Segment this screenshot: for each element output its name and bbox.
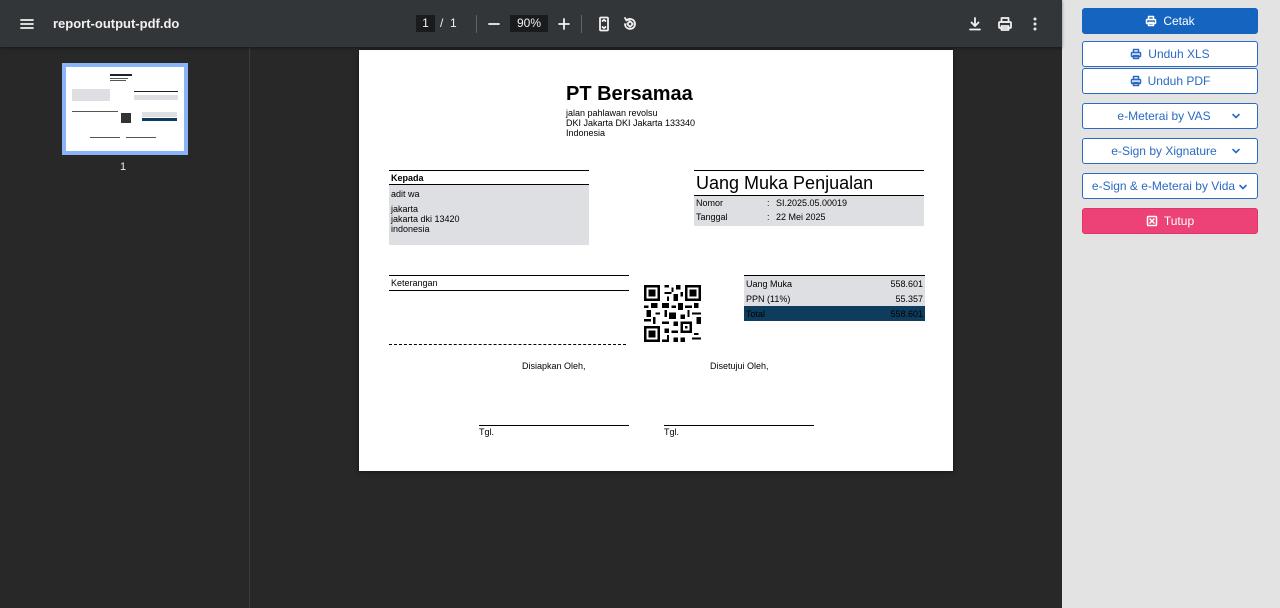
document-info-box: Uang Muka Penjualan Nomor : SI.2025.05.0…	[694, 170, 924, 226]
company-address-line: jalan pahlawan revolsu	[566, 108, 658, 118]
pdf-page: PT Bersamaa jalan pahlawan revolsu DKI J…	[359, 50, 953, 471]
close-button[interactable]: Tutup	[1082, 208, 1258, 234]
thumbnail-sidebar: 1	[0, 47, 250, 608]
recipient-heading: Kepada	[389, 171, 589, 185]
summary-label: PPN (11%)	[746, 294, 791, 304]
print-icon	[1130, 75, 1142, 87]
page-separator: /	[440, 16, 444, 30]
signature-date-label: Tgl.	[664, 427, 680, 437]
chevron-down-icon	[1231, 110, 1241, 120]
remarks-top-rule	[389, 275, 629, 276]
thumb-meta-box	[134, 95, 178, 100]
more-options-icon[interactable]	[1022, 11, 1048, 37]
meta-label-tanggal: Tanggal	[696, 212, 728, 222]
page-total: 1	[450, 16, 457, 30]
qr-code	[644, 285, 701, 342]
print-button[interactable]: Cetak	[1082, 8, 1258, 34]
meta-separator: :	[767, 212, 770, 222]
thumbnail-page-label: 1	[120, 161, 127, 173]
summary-label: Total	[746, 309, 766, 319]
summary-table: Uang Muka 558.601 PPN (11%) 55.357 Total…	[744, 275, 925, 321]
thumb-total-mark	[142, 118, 177, 121]
close-button-label: Tutup	[1163, 214, 1195, 228]
meta-label-nomor: Nomor	[696, 198, 724, 208]
recipient-address-line: jakarta	[391, 204, 419, 214]
zoom-out-icon[interactable]	[481, 11, 507, 37]
emeterai-vas-dropdown[interactable]: e-Meterai by VAS	[1082, 103, 1258, 129]
esign-xignature-label: e-Sign by Xignature	[1111, 144, 1217, 158]
esign-xignature-dropdown[interactable]: e-Sign by Xignature	[1082, 138, 1258, 164]
summary-value: 558.601	[890, 309, 923, 319]
company-address-line: Indonesia	[566, 128, 606, 138]
toolbar-divider	[476, 15, 477, 33]
menu-icon[interactable]	[14, 11, 40, 37]
summary-row: PPN (11%) 55.357	[744, 291, 925, 306]
pdf-viewer: report-output-pdf.do 1 / 1 90% 1 PT Bers…	[0, 0, 1062, 608]
signature-line	[664, 425, 814, 426]
thumb-sign-mark	[126, 137, 156, 138]
thumb-doc-type-mark	[134, 91, 178, 92]
remarks-bottom-rule	[389, 290, 629, 291]
thumb-qr-mark	[121, 113, 131, 123]
print-button-label: Cetak	[1163, 14, 1195, 28]
toolbar-divider	[581, 15, 582, 33]
page-thumbnail[interactable]	[62, 63, 188, 155]
dashed-divider	[389, 344, 626, 345]
document-title: report-output-pdf.do	[53, 16, 180, 31]
prepared-by-label: Disiapkan Oleh,	[522, 361, 586, 371]
print-icon[interactable]	[992, 11, 1018, 37]
page-number-input[interactable]: 1	[416, 15, 435, 32]
signature-line	[479, 425, 629, 426]
pdf-toolbar: report-output-pdf.do 1 / 1 90%	[0, 0, 1062, 47]
download-xls-label: Unduh XLS	[1148, 47, 1210, 61]
esign-emeterai-vida-label: e-Sign & e-Meterai by Vida	[1091, 179, 1236, 193]
thumb-title-mark	[110, 74, 132, 76]
document-meta: Nomor : SI.2025.05.00019 Tanggal : 22 Me…	[694, 196, 924, 226]
print-icon	[1130, 48, 1142, 60]
remarks-label: Keterangan	[391, 278, 438, 288]
recipient-name: adit wa	[391, 189, 420, 199]
chevron-down-icon	[1238, 181, 1248, 191]
document-type-row: Uang Muka Penjualan	[694, 170, 924, 196]
approved-by-label: Disetujui Oleh,	[710, 361, 769, 371]
thumb-summary-box	[142, 112, 177, 117]
download-pdf-button[interactable]: Unduh PDF	[1082, 68, 1258, 94]
download-icon[interactable]	[962, 11, 988, 37]
summary-total-row: Total 558.601	[744, 306, 925, 321]
chevron-down-icon	[1231, 145, 1241, 155]
company-name: PT Bersamaa	[566, 83, 693, 105]
rotate-icon[interactable]	[617, 11, 643, 37]
meta-separator: :	[767, 198, 770, 208]
thumb-sign-mark	[90, 137, 120, 138]
download-pdf-label: Unduh PDF	[1147, 74, 1211, 88]
print-icon	[1145, 15, 1157, 27]
zoom-in-icon[interactable]	[551, 11, 577, 37]
download-xls-button[interactable]: Unduh XLS	[1082, 41, 1258, 67]
thumb-text-mark	[110, 78, 128, 79]
zoom-level-input[interactable]: 90%	[510, 15, 548, 32]
recipient-address-line: jakarta dki 13420	[391, 214, 460, 224]
document-type: Uang Muka Penjualan	[696, 173, 874, 193]
thumb-text-mark	[110, 80, 126, 81]
summary-value: 55.357	[895, 294, 923, 304]
signature-date-label: Tgl.	[479, 427, 495, 437]
thumb-recipient-box	[72, 89, 110, 101]
company-address-line: DKI Jakarta DKI Jakarta 133340	[566, 118, 696, 128]
meta-value-nomor: SI.2025.05.00019	[776, 198, 848, 208]
emeterai-vas-label: e-Meterai by VAS	[1117, 109, 1211, 123]
summary-row: Uang Muka 558.601	[744, 276, 925, 291]
recipient-box: Kepada adit wa jakarta jakarta dki 13420…	[389, 170, 589, 245]
summary-label: Uang Muka	[746, 279, 793, 289]
close-icon	[1146, 215, 1158, 227]
meta-value-tanggal: 22 Mei 2025	[776, 212, 826, 222]
fit-page-icon[interactable]	[591, 11, 617, 37]
summary-value: 558.601	[890, 279, 923, 289]
esign-emeterai-vida-dropdown[interactable]: e-Sign & e-Meterai by Vida	[1082, 173, 1258, 199]
thumb-remarks-mark	[72, 111, 118, 112]
action-panel: Cetak Unduh XLS Unduh PDF e-Meterai by V…	[1062, 0, 1280, 608]
recipient-address-line: indonesia	[391, 224, 430, 234]
